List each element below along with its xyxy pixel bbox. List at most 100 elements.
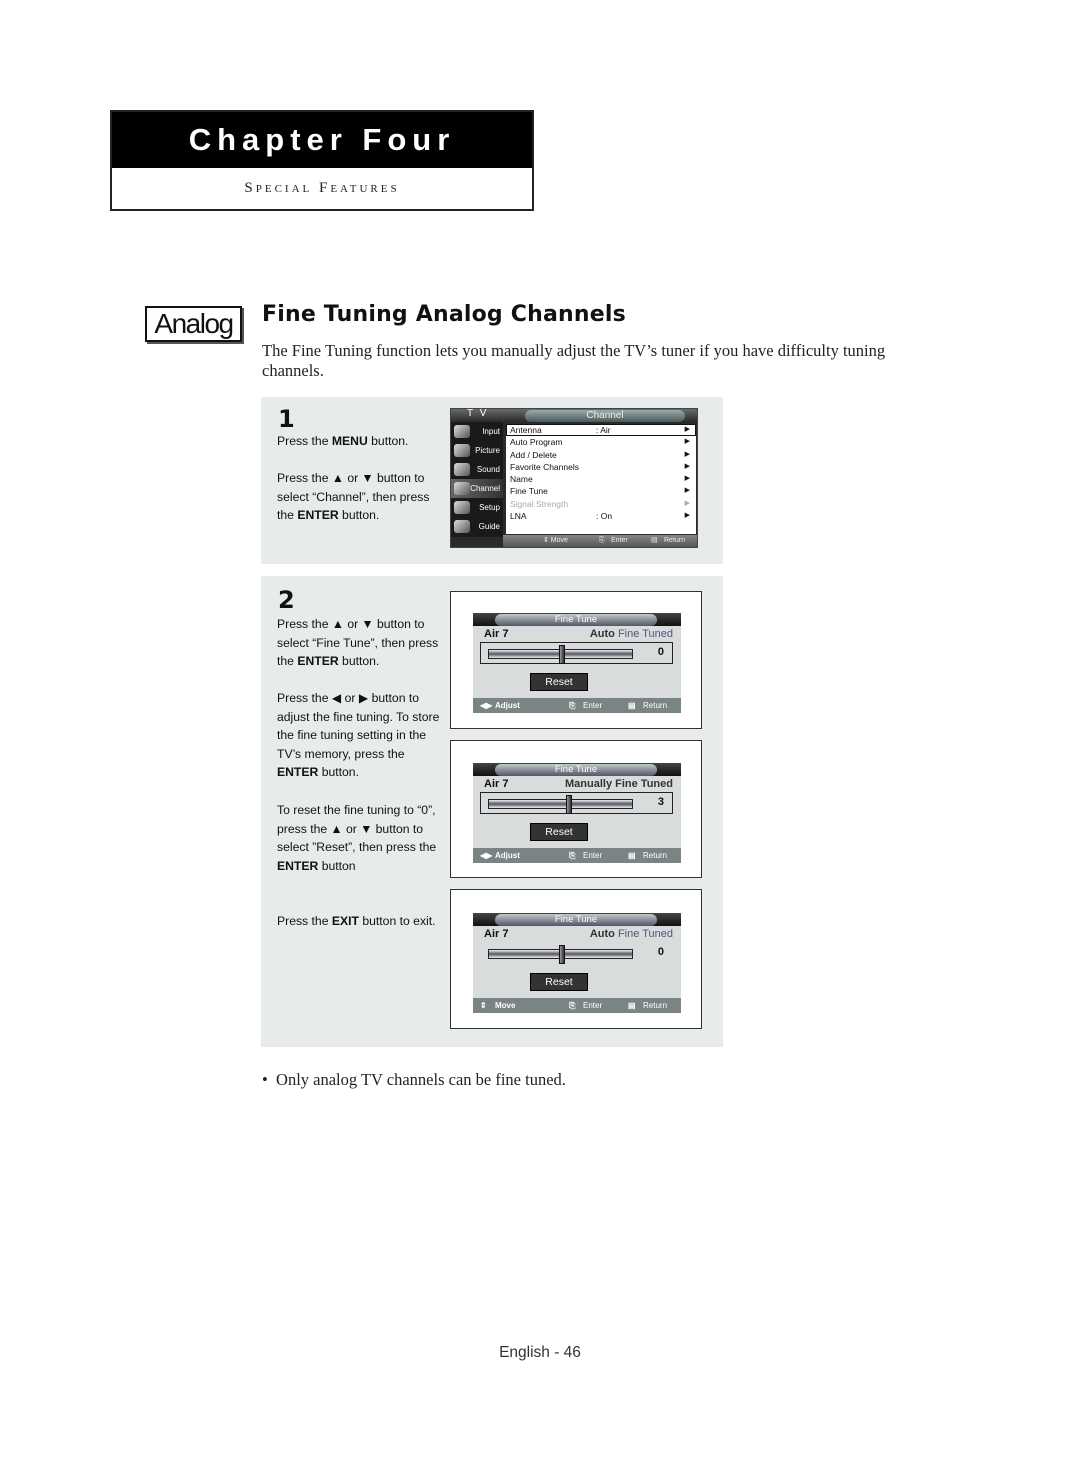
enter-hint: Enter [611, 537, 628, 544]
enter-icon: ⎘ [569, 701, 576, 710]
menu-item[interactable]: Antenna: Air ▶ [506, 424, 696, 437]
sidebar-item-setup[interactable]: Setup [451, 498, 503, 517]
arrow-right-icon: ▶ [684, 438, 690, 446]
analog-badge: Analog [145, 306, 242, 342]
reset-button[interactable]: Reset [530, 823, 588, 841]
menu-footer: ⇕ Move ⎘ Enter ▤ Return [503, 535, 697, 547]
chapter-title: Chapter Four [112, 112, 532, 168]
page-footer: English - 46 [499, 1344, 581, 1361]
fine-tune-slider[interactable]: 0 [480, 642, 673, 664]
enter-hint: Enter [583, 1001, 603, 1010]
slider-thumb[interactable] [558, 645, 565, 664]
fine-tune-screen: Fine Tune Air 7 Auto Fine Tuned 0 Reset ◀▶ Adj… [473, 613, 681, 713]
return-hint: Return [643, 851, 668, 860]
screen-footer: ◀▶ Adjust ⎘ Enter ▤ Return [473, 698, 681, 713]
enter-icon: ⎘ [569, 851, 576, 860]
setup-icon [454, 501, 470, 514]
enter-hint: Enter [583, 701, 603, 710]
footer-left-hint: Move [495, 1001, 516, 1010]
screen-footer: ◀▶ Adjust ⎘ Enter ▤ Return [473, 848, 681, 863]
chapter-subtitle: Special Features [244, 180, 400, 196]
slider-thumb[interactable] [565, 795, 572, 814]
sidebar-item-picture[interactable]: Picture [451, 441, 503, 460]
tune-value: 0 [657, 946, 664, 958]
fine-tune-slider[interactable]: 0 [480, 942, 673, 964]
channel-label: Air 7 [484, 928, 509, 940]
slider-track [488, 795, 633, 814]
updown-icon: ⇕ [480, 1001, 487, 1010]
fine-tune-screen: Fine Tune Air 7 Manually Fine Tuned 3 Reset… [473, 763, 681, 863]
channel-label: Air 7 [484, 778, 509, 790]
sidebar-item-input[interactable]: Input [451, 422, 503, 441]
channel-label: Air 7 [484, 628, 509, 640]
step-number: 1 [278, 405, 295, 433]
arrow-right-icon: ▶ [684, 426, 690, 433]
sidebar-item-guide[interactable]: Guide [451, 517, 503, 536]
slider-track [488, 645, 633, 664]
menu-item[interactable]: Name ▶ [506, 473, 696, 485]
fine-tune-title: Fine Tune [495, 914, 657, 926]
reset-button[interactable]: Reset [530, 673, 588, 691]
slider-track [488, 945, 633, 964]
return-icon: ▤ [628, 851, 636, 860]
step-instruction: Press the MENU button. [277, 434, 409, 448]
sidebar-item-channel[interactable]: Channel [451, 479, 503, 498]
guide-icon [454, 520, 470, 533]
fine-tune-title: Fine Tune [495, 614, 657, 626]
menu-item[interactable]: LNA: On ▶ [506, 510, 696, 522]
step-instruction: Press the EXIT button to exit. [277, 914, 436, 928]
section-intro: The Fine Tuning function lets you manual… [262, 341, 886, 380]
screen-footer: ⇕ Move ⎘ Enter ▤ Return [473, 998, 681, 1013]
fine-tune-slider[interactable]: 3 [480, 792, 673, 814]
return-icon: ▤ [651, 537, 658, 544]
input-icon [454, 425, 470, 438]
sidebar-item-sound[interactable]: Sound [451, 460, 503, 479]
sound-icon [454, 463, 470, 476]
menu-title: Channel [525, 410, 685, 422]
enter-icon: ⎘ [569, 1001, 576, 1010]
tune-value: 3 [657, 796, 664, 808]
tune-status: Manually Fine Tuned [565, 778, 673, 790]
menu-sidebar: Input Picture Sound Channel Setup Guide [451, 422, 503, 537]
step-instruction: Press the ▲ or ▼ button to select “Chann… [277, 471, 430, 522]
move-hint: ⇕ Move [543, 537, 568, 544]
fine-tune-title: Fine Tune [495, 764, 657, 776]
step-instruction: Press the ◀ or ▶ button to adjust the fi… [277, 691, 440, 779]
footer-left-hint: Adjust [495, 701, 520, 710]
arrow-right-icon: ▶ [684, 487, 690, 495]
chapter-header: Chapter Four Special Features [110, 110, 534, 211]
menu-item[interactable]: Favorite Channels ▶ [506, 461, 696, 473]
arrow-right-icon: ▶ [684, 475, 690, 483]
channel-icon [454, 482, 470, 495]
picture-icon [454, 444, 470, 457]
step-instruction: Press the ▲ or ▼ button to select “Fine … [277, 617, 439, 668]
note: • Only analog TV channels can be fine tu… [262, 1070, 566, 1089]
step-instruction: To reset the fine tuning to “0”, press t… [277, 803, 437, 873]
slider-thumb[interactable] [558, 945, 565, 964]
return-icon: ▤ [628, 1001, 636, 1010]
menu-item[interactable]: Fine Tune ▶ [506, 485, 696, 497]
reset-button[interactable]: Reset [530, 973, 588, 991]
footer-left-hint: Adjust [495, 851, 520, 860]
section-title: Fine Tuning Analog Channels [262, 302, 626, 327]
leftright-icon: ◀▶ [480, 851, 493, 860]
arrow-right-icon: ▶ [684, 499, 690, 507]
tune-status: Auto Fine Tuned [589, 628, 673, 640]
enter-hint: Enter [583, 851, 603, 860]
return-icon: ▤ [628, 701, 636, 710]
arrow-right-icon: ▶ [684, 462, 690, 470]
leftright-icon: ◀▶ [480, 701, 493, 710]
fine-tune-screen: Fine Tune Air 7 Auto Fine Tuned 0 Reset ⇕ Move… [473, 913, 681, 1013]
tune-status: Auto Fine Tuned [589, 928, 673, 940]
channel-menu-screen: T V Channel Input Picture Sound Channel Setu… [450, 408, 698, 548]
return-hint: Return [643, 1001, 668, 1010]
tv-label: T V [467, 408, 489, 419]
return-hint: Return [664, 537, 686, 544]
step-number: 2 [278, 586, 295, 614]
menu-item[interactable]: Auto Program ▶ [506, 436, 696, 448]
menu-item[interactable]: Add / Delete ▶ [506, 449, 696, 461]
return-hint: Return [643, 701, 668, 710]
tune-value: 0 [657, 646, 664, 658]
menu-item[interactable]: Signal Strength ▶ [506, 498, 696, 510]
menu-list: Antenna: Air ▶ Auto Program ▶ Add / Delete ▶ F… [506, 424, 696, 534]
